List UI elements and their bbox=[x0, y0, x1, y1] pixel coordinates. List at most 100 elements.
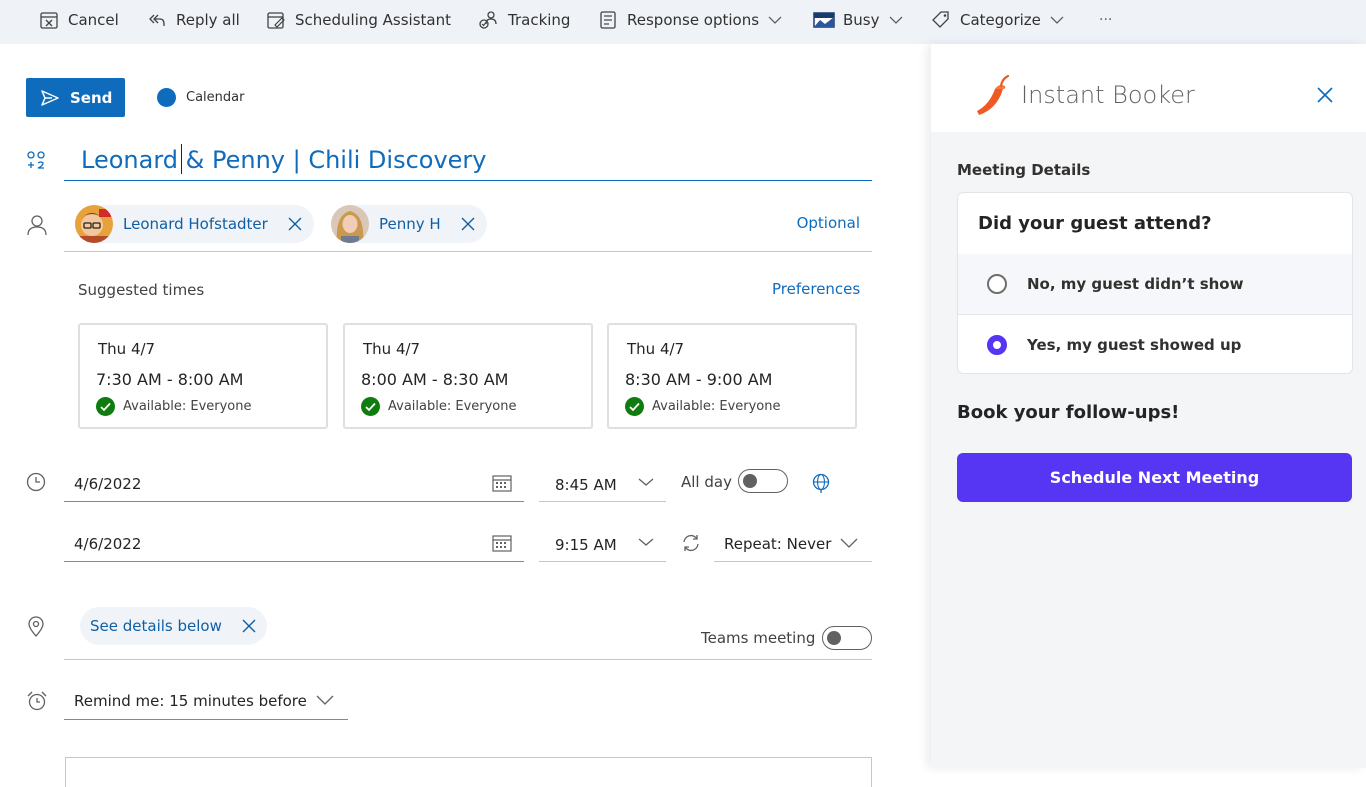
cancel-label: Cancel bbox=[68, 11, 119, 29]
scheduling-assistant-icon bbox=[265, 9, 287, 31]
calendar-picker-label[interactable]: Calendar bbox=[186, 90, 244, 105]
reply-all-label: Reply all bbox=[176, 11, 240, 29]
calendar-icon[interactable] bbox=[492, 534, 512, 552]
reply-all-button[interactable]: Reply all bbox=[146, 8, 240, 32]
check-circle-icon bbox=[361, 397, 380, 416]
all-day-toggle[interactable] bbox=[738, 469, 788, 493]
more-options-label: ··· bbox=[1099, 12, 1113, 28]
tracking-button[interactable]: Tracking bbox=[478, 8, 570, 32]
send-button[interactable]: Send bbox=[26, 78, 125, 117]
tracking-label: Tracking bbox=[508, 11, 571, 29]
event-title-text: Leonard & Penny | Chili Discovery bbox=[81, 146, 487, 174]
option-guest-no-show[interactable]: No, my guest didn’t show bbox=[958, 254, 1352, 314]
panel-header: Instant Booker bbox=[931, 44, 1366, 132]
end-date-value: 4/6/2022 bbox=[74, 535, 142, 553]
availability-text: Available: Everyone bbox=[388, 399, 517, 414]
availability-text: Available: Everyone bbox=[123, 399, 252, 414]
suggested-times-label: Suggested times bbox=[78, 281, 205, 299]
option-no-label: No, my guest didn’t show bbox=[1027, 275, 1244, 293]
command-toolbar: Cancel Reply all Scheduling Assistant Tr… bbox=[0, 0, 1366, 44]
clock-icon bbox=[26, 472, 46, 492]
radio-unselected[interactable] bbox=[987, 274, 1007, 294]
repeat-dropdown[interactable]: Repeat: Never bbox=[714, 522, 872, 562]
response-options-label: Response options bbox=[627, 11, 760, 29]
event-body-editor[interactable] bbox=[65, 757, 872, 787]
option-yes-label: Yes, my guest showed up bbox=[1027, 335, 1242, 354]
tag-icon bbox=[930, 9, 952, 31]
cancel-button[interactable]: Cancel bbox=[38, 8, 119, 32]
remove-attendee-icon[interactable] bbox=[461, 217, 475, 231]
response-options-icon bbox=[597, 9, 619, 31]
time-zone-globe-icon[interactable] bbox=[811, 472, 831, 494]
cancel-calendar-icon bbox=[38, 9, 60, 31]
end-date-field[interactable]: 4/6/2022 bbox=[64, 522, 524, 562]
suggested-time-card[interactable]: Thu 4/7 8:00 AM - 8:30 AM Available: Eve… bbox=[343, 323, 593, 429]
calendar-color-dot[interactable] bbox=[157, 88, 176, 107]
busy-label: Busy bbox=[843, 11, 880, 29]
all-day-label: All day bbox=[681, 473, 732, 491]
chili-pepper-logo-icon bbox=[975, 75, 1013, 117]
chevron-down-icon bbox=[768, 15, 782, 25]
repeat-text: Repeat: Never bbox=[724, 535, 831, 553]
chevron-down-icon bbox=[1050, 15, 1064, 25]
person-icon bbox=[26, 214, 48, 236]
remove-attendee-icon[interactable] bbox=[288, 217, 302, 231]
busy-status-icon bbox=[813, 9, 835, 31]
suggested-time-card[interactable]: Thu 4/7 8:30 AM - 9:00 AM Available: Eve… bbox=[607, 323, 857, 429]
event-title-input[interactable]: Leonard & Penny | Chili Discovery bbox=[64, 140, 872, 181]
response-options-button[interactable]: Response options bbox=[597, 8, 782, 32]
check-circle-icon bbox=[96, 397, 115, 416]
option-guest-showed-up[interactable]: Yes, my guest showed up bbox=[958, 314, 1352, 373]
remove-location-icon[interactable] bbox=[242, 619, 256, 633]
end-time-dropdown[interactable]: 9:15 AM bbox=[539, 522, 666, 562]
optional-attendees-link[interactable]: Optional bbox=[797, 214, 860, 232]
chevron-down-icon bbox=[638, 477, 654, 487]
suggested-time-card[interactable]: Thu 4/7 7:30 AM - 8:00 AM Available: Eve… bbox=[78, 323, 328, 429]
alarm-clock-icon bbox=[26, 690, 48, 712]
slot-availability: Available: Everyone bbox=[96, 397, 252, 416]
attendee-name: Penny H bbox=[379, 215, 441, 233]
chevron-down-icon bbox=[889, 15, 903, 25]
schedule-next-meeting-button[interactable]: Schedule Next Meeting bbox=[957, 453, 1352, 502]
close-icon[interactable] bbox=[1316, 86, 1334, 104]
reminder-text: Remind me: 15 minutes before bbox=[74, 692, 307, 710]
repeat-icon bbox=[681, 533, 701, 553]
send-icon bbox=[41, 89, 59, 106]
slot-day: Thu 4/7 bbox=[98, 340, 156, 358]
chevron-down-icon bbox=[638, 537, 654, 547]
location-chip[interactable]: See details below bbox=[80, 607, 267, 645]
start-date-field[interactable]: 4/6/2022 bbox=[64, 462, 524, 502]
end-time-value: 9:15 AM bbox=[555, 536, 617, 554]
attendee-name: Leonard Hofstadter bbox=[123, 215, 268, 233]
radio-selected[interactable] bbox=[987, 334, 1007, 355]
chevron-down-icon bbox=[840, 538, 858, 548]
preferences-link[interactable]: Preferences bbox=[772, 280, 860, 298]
more-options-button[interactable]: ··· bbox=[1099, 8, 1112, 32]
panel-title: Instant Booker bbox=[1021, 81, 1195, 109]
reply-all-icon bbox=[146, 9, 168, 31]
reminder-dropdown[interactable]: Remind me: 15 minutes before bbox=[64, 680, 348, 720]
calendar-icon[interactable] bbox=[492, 474, 512, 492]
repeat-label: Repeat: bbox=[724, 535, 782, 553]
send-label: Send bbox=[70, 88, 113, 107]
slot-availability: Available: Everyone bbox=[361, 397, 517, 416]
slot-day: Thu 4/7 bbox=[363, 340, 421, 358]
categorize-label: Categorize bbox=[960, 11, 1041, 29]
text-caret bbox=[181, 144, 182, 174]
slot-day: Thu 4/7 bbox=[627, 340, 685, 358]
scheduling-assistant-button[interactable]: Scheduling Assistant bbox=[265, 8, 451, 32]
attendee-chip-leonard[interactable]: Leonard Hofstadter bbox=[75, 205, 314, 243]
location-chip-label: See details below bbox=[90, 617, 222, 635]
start-time-dropdown[interactable]: 8:45 AM bbox=[539, 462, 666, 502]
availability-text: Available: Everyone bbox=[652, 399, 781, 414]
attendees-field[interactable]: Leonard Hofstadter Penny H Optional bbox=[64, 200, 872, 252]
teams-meeting-toggle[interactable] bbox=[822, 626, 872, 650]
categorize-button[interactable]: Categorize bbox=[930, 8, 1064, 32]
follow-ups-heading: Book your follow-ups! bbox=[957, 402, 1180, 423]
attendee-chip-penny[interactable]: Penny H bbox=[331, 205, 487, 243]
avatar-penny bbox=[331, 205, 369, 243]
reminder-label: Remind me: bbox=[74, 692, 165, 710]
location-field[interactable]: See details below Teams meeting bbox=[64, 604, 872, 660]
teams-meeting-label: Teams meeting bbox=[701, 629, 816, 647]
busy-status-button[interactable]: Busy bbox=[813, 8, 903, 32]
